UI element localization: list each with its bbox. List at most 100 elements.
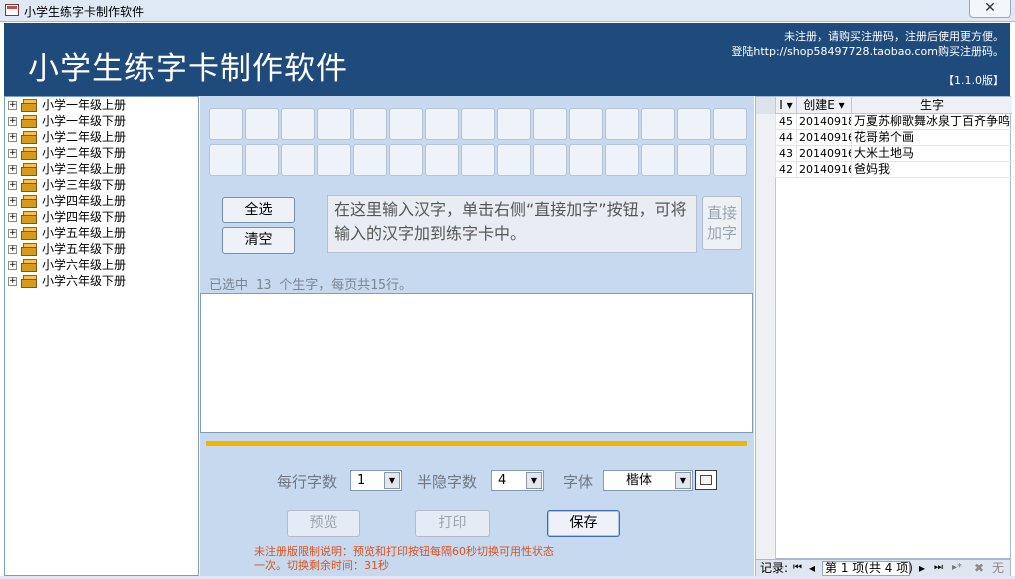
row-selector-column[interactable] [756,114,776,560]
selected-info: 已选中 13 个生字，每页共15行。 [209,278,412,293]
book-icon [21,147,39,160]
char-cell[interactable] [389,144,423,176]
preview-button[interactable]: 预览 [287,510,360,537]
expand-icon[interactable]: + [8,165,17,174]
char-cell[interactable] [569,108,603,140]
char-cell[interactable] [677,144,711,176]
char-cell[interactable] [497,144,531,176]
half-hidden-select[interactable]: 4 ▼ [491,470,544,491]
tree-item[interactable]: + 小学三年级上册 [5,161,198,177]
char-cell[interactable] [245,144,279,176]
last-record-icon[interactable]: ⏭ [934,560,943,576]
table-row[interactable]: 42 20140916 爸妈我 [756,162,1012,178]
dropdown-arrow-icon[interactable]: ▼ [384,472,400,489]
select-all-button[interactable]: 全选 [222,197,295,223]
char-cell[interactable] [317,144,351,176]
direct-add-button[interactable]: 直接 加字 [702,196,742,250]
book-icon [21,163,39,176]
tree-item[interactable]: + 小学四年级下册 [5,209,198,225]
char-cell[interactable] [533,144,567,176]
chars-textarea[interactable] [200,293,753,433]
half-hidden-value: 4 [498,473,507,488]
expand-icon[interactable]: + [8,197,17,206]
char-cell[interactable] [497,108,531,140]
tree-item[interactable]: + 小学二年级下册 [5,145,198,161]
table-row[interactable]: 45 20140918 万夏苏柳歌舞冰泉丁百齐争鸣 [756,114,1012,130]
char-cell[interactable] [533,108,567,140]
tree-item[interactable]: + 小学六年级下册 [5,273,198,289]
char-cell[interactable] [425,144,459,176]
expand-icon[interactable]: + [8,213,17,222]
expand-icon[interactable]: + [8,149,17,158]
next-record-icon[interactable]: ▸ [919,560,925,576]
char-cell[interactable] [713,144,747,176]
expand-icon[interactable]: + [8,181,17,190]
char-cell[interactable] [605,144,639,176]
char-cell[interactable] [245,108,279,140]
char-cell[interactable] [461,144,495,176]
char-cell[interactable] [317,108,351,140]
register-notice: 未注册，请购买注册码，注册后使用更方便。 登陆http://shop584977… [731,29,1004,59]
dropdown-arrow-icon[interactable]: ▼ [675,472,691,489]
tree-item[interactable]: + 小学五年级下册 [5,241,198,257]
tree-item[interactable]: + 小学二年级上册 [5,129,198,145]
tree-item[interactable]: + 小学四年级上册 [5,193,198,209]
tree-item[interactable]: + 小学六年级上册 [5,257,198,273]
char-cell[interactable] [209,108,243,140]
col-header-chars[interactable]: 生字 [852,97,1012,114]
filter-icon[interactable]: ✖ [974,560,984,576]
expand-icon[interactable]: + [8,245,17,254]
tree-item[interactable]: + 小学一年级下册 [5,113,198,129]
expand-icon[interactable]: + [8,229,17,238]
expand-icon[interactable]: + [8,133,17,142]
print-button[interactable]: 打印 [415,510,490,537]
font-select[interactable]: 楷体 ▼ [603,470,693,491]
char-cell[interactable] [713,108,747,140]
expand-icon[interactable]: + [8,261,17,270]
tree-item[interactable]: + 小学五年级上册 [5,225,198,241]
table-row[interactable]: 44 20140916 花哥弟个画 [756,130,1012,146]
char-cell[interactable] [569,144,603,176]
select-all-corner[interactable] [756,97,776,114]
records-grid: I ▾ 创建E ▾ 生字 45 20140918 万夏苏柳歌舞冰泉丁百齐争鸣 4… [755,96,1012,560]
char-cell[interactable] [605,108,639,140]
row-selector[interactable] [756,130,776,146]
clear-button[interactable]: 清空 [222,227,295,254]
font-label: 字体 [563,473,594,491]
prev-record-icon[interactable]: ◂ [809,560,815,576]
char-cell[interactable] [281,144,315,176]
font-settings-icon[interactable] [695,470,717,490]
per-row-select[interactable]: 1 ▼ [350,470,402,491]
char-cell[interactable] [281,108,315,140]
char-cell[interactable] [461,108,495,140]
char-cell[interactable] [353,144,387,176]
save-button[interactable]: 保存 [547,510,620,537]
expand-icon[interactable]: + [8,101,17,110]
row-selector[interactable] [756,162,776,178]
row-selector[interactable] [756,146,776,162]
char-cell[interactable] [677,108,711,140]
tree-item[interactable]: + 小学一年级上册 [5,97,198,113]
char-cell[interactable] [641,108,675,140]
record-label: 记录: [760,561,789,575]
expand-icon[interactable]: + [8,117,17,126]
char-input[interactable]: 在这里输入汉字，单击右侧“直接加字”按钮，可将输入的汉字加到练字卡中。 [327,195,697,253]
close-button[interactable]: ✕ [969,0,1011,18]
char-cell[interactable] [641,144,675,176]
char-cell[interactable] [353,108,387,140]
char-cell[interactable] [389,108,423,140]
char-cell[interactable] [209,144,243,176]
col-header-id[interactable]: I ▾ [776,97,797,114]
expand-icon[interactable]: + [8,277,17,286]
row-selector[interactable] [756,114,776,130]
tree-item[interactable]: + 小学三年级下册 [5,177,198,193]
char-cell[interactable] [425,108,459,140]
new-record-icon[interactable]: ▸* [952,560,962,576]
cell-id: 44 [776,130,797,146]
record-position[interactable]: 第 1 项(共 4 项) [822,561,913,576]
first-record-icon[interactable]: ⏮ [793,560,802,576]
per-row-label: 每行字数 [277,473,338,491]
col-header-date[interactable]: 创建E ▾ [797,97,852,114]
dropdown-arrow-icon[interactable]: ▼ [526,472,542,489]
table-row[interactable]: 43 20140916 大米土地马 [756,146,1012,162]
